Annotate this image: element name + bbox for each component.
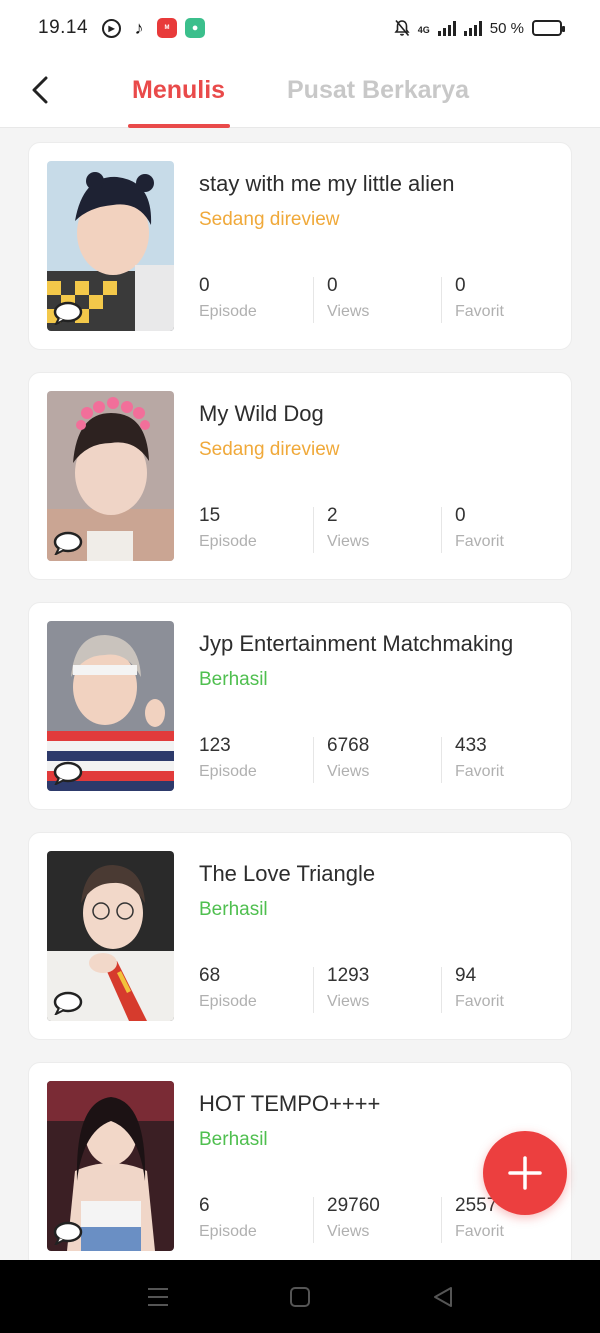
- story-card[interactable]: My Wild Dog Sedang direview 15 Episode 2 V…: [28, 372, 572, 580]
- comment-bubble-icon: [53, 531, 83, 555]
- stat-episode: 6 Episode: [199, 1195, 327, 1245]
- tab-pusat-berkarya[interactable]: Pusat Berkarya: [287, 76, 469, 105]
- play-icon: ▶: [102, 18, 122, 38]
- favorit-label: Favorit: [455, 303, 504, 320]
- status-bar: 19.14 ▶ ♪ M ● 4G 50 %: [0, 0, 600, 56]
- views-count: 1293: [327, 965, 370, 986]
- story-cover-image: [47, 1081, 174, 1251]
- episode-label: Episode: [199, 763, 257, 780]
- comment-bubble-icon: [53, 301, 83, 325]
- story-status: Berhasil: [199, 899, 268, 920]
- story-cover-image: [47, 621, 174, 791]
- network-4g-label: 4G: [417, 25, 430, 35]
- story-stats: 15 Episode 2 Views 0 Favorit: [199, 505, 583, 555]
- favorit-count: 94: [455, 965, 477, 986]
- views-count: 0: [327, 275, 338, 296]
- stat-views: 1293 Views: [313, 965, 455, 1015]
- app-header: Menulis Pusat Berkarya: [0, 56, 600, 128]
- views-count: 6768: [327, 735, 370, 756]
- stat-favorit: 94 Favorit: [441, 965, 583, 1015]
- stat-episode: 123 Episode: [199, 735, 327, 785]
- story-status: Sedang direview: [199, 209, 340, 230]
- episode-count: 68: [199, 965, 221, 986]
- notification-icons: ▶ ♪ M ●: [102, 17, 206, 38]
- views-label: Views: [327, 303, 370, 320]
- add-story-button[interactable]: [483, 1131, 567, 1215]
- story-status: Sedang direview: [199, 439, 340, 460]
- stat-favorit: 0 Favorit: [441, 275, 583, 325]
- favorit-label: Favorit: [455, 1223, 504, 1240]
- views-label: Views: [327, 533, 370, 550]
- episode-label: Episode: [199, 303, 257, 320]
- views-count: 2: [327, 505, 338, 526]
- story-status: Berhasil: [199, 1129, 268, 1150]
- episode-count: 15: [199, 505, 221, 526]
- story-stats: 68 Episode 1293 Views 94 Favorit: [199, 965, 583, 1015]
- story-cover-image: [47, 851, 174, 1021]
- status-indicators: 4G 50 %: [394, 19, 565, 37]
- views-count: 29760: [327, 1195, 380, 1216]
- story-list: stay with me my little alien Sedang dire…: [28, 142, 572, 1292]
- active-tab-indicator: [128, 124, 230, 128]
- favorit-label: Favorit: [455, 533, 504, 550]
- episode-count: 6: [199, 1195, 210, 1216]
- favorit-label: Favorit: [455, 993, 504, 1010]
- chevron-left-icon: [32, 76, 48, 104]
- stat-episode: 68 Episode: [199, 965, 327, 1015]
- back-button[interactable]: [26, 74, 54, 106]
- menu-icon[interactable]: [145, 1284, 171, 1310]
- story-title: The Love Triangle: [199, 861, 376, 886]
- bell-muted-icon: [394, 19, 410, 37]
- stat-favorit: 0 Favorit: [441, 505, 583, 555]
- stat-views: 6768 Views: [313, 735, 455, 785]
- stat-views: 29760 Views: [313, 1195, 455, 1245]
- tab-menulis[interactable]: Menulis: [132, 76, 225, 105]
- comment-bubble-icon: [53, 991, 83, 1015]
- signal-icon-2: [463, 20, 482, 36]
- story-card[interactable]: Jyp Entertainment Matchmaking Berhasil 1…: [28, 602, 572, 810]
- story-title: stay with me my little alien: [199, 171, 455, 196]
- story-title: Jyp Entertainment Matchmaking: [199, 631, 514, 656]
- stat-episode: 15 Episode: [199, 505, 327, 555]
- comment-bubble-icon: [53, 1221, 83, 1245]
- stat-views: 0 Views: [313, 275, 455, 325]
- story-card[interactable]: The Love Triangle Berhasil 68 Episode 129…: [28, 832, 572, 1040]
- story-card[interactable]: stay with me my little alien Sedang dire…: [28, 142, 572, 350]
- back-triangle-icon[interactable]: [430, 1284, 456, 1310]
- story-stats: 123 Episode 6768 Views 433 Favorit: [199, 735, 583, 785]
- comment-bubble-icon: [53, 761, 83, 785]
- story-status: Berhasil: [199, 669, 268, 690]
- favorit-count: 0: [455, 275, 466, 296]
- story-title: HOT TEMPO++++: [199, 1091, 381, 1116]
- episode-label: Episode: [199, 533, 257, 550]
- episode-count: 0: [199, 275, 210, 296]
- system-nav-bar: [0, 1260, 600, 1333]
- mangatoon-icon: M: [157, 18, 178, 38]
- story-cover-image: [47, 391, 174, 561]
- views-label: Views: [327, 1223, 370, 1240]
- favorit-count: 0: [455, 505, 466, 526]
- signal-icon: [437, 20, 456, 36]
- plus-icon: [508, 1156, 542, 1190]
- stat-episode: 0 Episode: [199, 275, 327, 325]
- episode-label: Episode: [199, 993, 257, 1010]
- story-cover-image: [47, 161, 174, 331]
- home-square-icon[interactable]: [287, 1284, 313, 1310]
- episode-count: 123: [199, 735, 231, 756]
- favorit-label: Favorit: [455, 763, 504, 780]
- battery-icon: [532, 20, 565, 36]
- status-time: 19.14: [38, 17, 89, 38]
- tiktok-icon: ♪: [134, 17, 144, 38]
- battery-text: 50 %: [489, 19, 524, 37]
- episode-label: Episode: [199, 1223, 257, 1240]
- chat-app-icon: ●: [185, 18, 206, 38]
- favorit-count: 433: [455, 735, 487, 756]
- stat-views: 2 Views: [313, 505, 455, 555]
- views-label: Views: [327, 993, 370, 1010]
- story-title: My Wild Dog: [199, 401, 324, 426]
- views-label: Views: [327, 763, 370, 780]
- stat-favorit: 433 Favorit: [441, 735, 583, 785]
- story-stats: 0 Episode 0 Views 0 Favorit: [199, 275, 583, 325]
